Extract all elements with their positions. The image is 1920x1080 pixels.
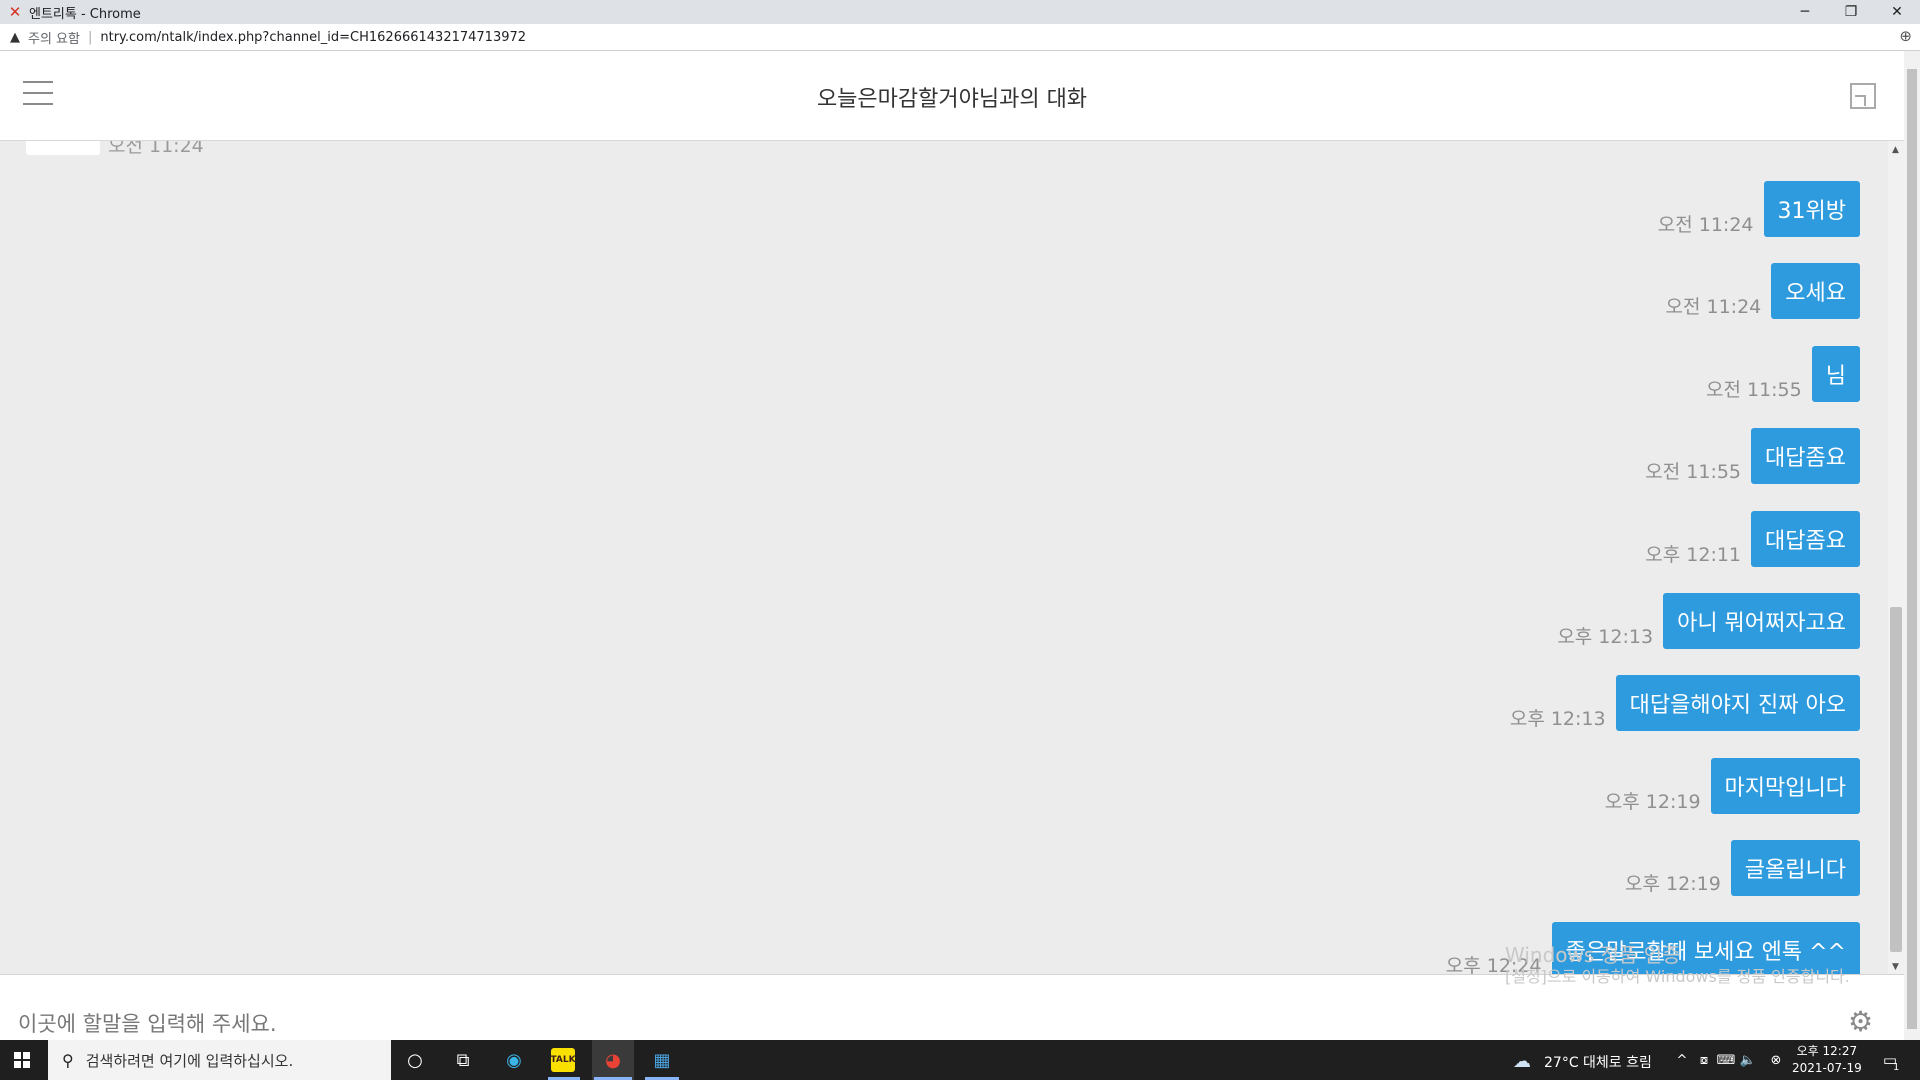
list-item: 오전 11:55 대답좀요 bbox=[1645, 428, 1860, 484]
entry-logo-icon: ✕ bbox=[8, 3, 22, 21]
scroll-up-icon[interactable]: ▲ bbox=[1892, 145, 1899, 155]
windows-start-icon[interactable] bbox=[14, 1052, 30, 1068]
zoom-icon[interactable]: ⊕ bbox=[1899, 27, 1912, 45]
list-item: 오후 12:19 글올립니다 bbox=[1625, 840, 1860, 896]
address-separator: | bbox=[87, 29, 93, 45]
list-item: 오전 11:55 님 bbox=[1706, 346, 1860, 402]
page-title: 오늘은마감할거야님과의 대화 bbox=[816, 87, 1088, 112]
partial-message-time: 오전 11:24 bbox=[108, 141, 204, 157]
kakaotalk-icon[interactable]: TALK bbox=[550, 1048, 576, 1072]
watermark-line1: Windows 정품 인증 bbox=[1505, 943, 1681, 967]
tray-app-icon[interactable]: ⧇ bbox=[1692, 1048, 1716, 1072]
cortana-icon[interactable]: ○ bbox=[403, 1048, 427, 1072]
scroll-down-icon[interactable]: ▼ bbox=[1892, 962, 1899, 972]
list-item: 오후 12:13 아니 뭐어쩌자고요 bbox=[1557, 593, 1860, 649]
taskbar: ⚲ 검색하려면 여기에 입력하십시오. ○ ⧉ ◉ TALK ◕ ▦ ☁ 27°… bbox=[0, 1040, 1920, 1080]
security-label[interactable]: 주의 요함 bbox=[28, 28, 80, 47]
window-title: 엔트리톡 - Chrome bbox=[29, 6, 141, 22]
window-controls: ─ ❐ ✕ bbox=[1782, 0, 1920, 24]
restore-button[interactable]: ❐ bbox=[1828, 0, 1874, 24]
message-scrollbar[interactable]: ▲ ▼ bbox=[1888, 141, 1904, 974]
scrollbar-thumb[interactable] bbox=[1890, 607, 1902, 952]
message-time: 오후 12:11 bbox=[1645, 544, 1742, 566]
message-bubble: 31위방 bbox=[1763, 181, 1860, 237]
message-time: 오전 11:24 bbox=[1665, 296, 1762, 318]
minimize-button[interactable]: ─ bbox=[1782, 0, 1828, 24]
clock-time: 오후 12:27 bbox=[1796, 1044, 1858, 1058]
list-item: 오전 11:24 31위방 bbox=[1658, 181, 1860, 237]
list-item: 오후 12:11 대답좀요 bbox=[1645, 511, 1860, 567]
network-icon[interactable]: ⌨ bbox=[1714, 1048, 1738, 1072]
tray-chevron-up-icon[interactable]: ^ bbox=[1670, 1048, 1694, 1072]
notification-count: 1 bbox=[1893, 1062, 1900, 1073]
message-bubble: 아니 뭐어쩌자고요 bbox=[1663, 593, 1860, 649]
expand-icon[interactable] bbox=[1850, 83, 1876, 109]
message-bubble: 님 bbox=[1811, 346, 1860, 402]
gear-icon[interactable]: ⚙ bbox=[1848, 1005, 1873, 1038]
chrome-icon[interactable]: ◕ bbox=[601, 1048, 625, 1072]
watermark-line2: [설정]으로 이동하여 Windows를 정품 인증합니다. bbox=[1505, 967, 1850, 986]
message-time: 오후 12:13 bbox=[1557, 626, 1654, 648]
page-scrollbar-thumb[interactable] bbox=[1907, 69, 1917, 1029]
message-time: 오전 11:24 bbox=[1657, 214, 1754, 236]
cloud-icon[interactable]: ☁ bbox=[1510, 1049, 1534, 1073]
ime-icon[interactable]: ⊗ bbox=[1764, 1048, 1788, 1072]
taskbar-search-input[interactable]: ⚲ 검색하려면 여기에 입력하십시오. bbox=[48, 1040, 391, 1080]
message-time: 오후 12:13 bbox=[1509, 708, 1606, 730]
task-view-icon[interactable]: ⧉ bbox=[451, 1048, 475, 1072]
browser-title-bar: ✕ 엔트리톡 - Chrome ─ ❐ ✕ bbox=[0, 0, 1920, 24]
taskbar-search-placeholder: 검색하려면 여기에 입력하십시오. bbox=[85, 1051, 294, 1070]
message-bubble: 오세요 bbox=[1771, 263, 1860, 319]
message-time: 오전 11:55 bbox=[1705, 379, 1802, 401]
message-bubble: 대답을해야지 진짜 아오 bbox=[1615, 675, 1860, 731]
address-bar[interactable]: ▲ 주의 요함 | ntry.com/ntalk/index.php?chann… bbox=[0, 24, 1920, 51]
list-item: 오후 12:13 대답을해야지 진짜 아오 bbox=[1510, 675, 1860, 731]
volume-icon[interactable]: 🔈 bbox=[1736, 1048, 1760, 1072]
search-icon: ⚲ bbox=[62, 1050, 74, 1070]
partial-message-bubble bbox=[26, 141, 100, 155]
message-bubble: 대답좀요 bbox=[1751, 428, 1860, 484]
taskbar-clock[interactable]: 오후 12:27 2021-07-19 bbox=[1792, 1043, 1862, 1077]
close-window-button[interactable]: ✕ bbox=[1874, 0, 1920, 24]
page-scrollbar[interactable] bbox=[1904, 51, 1920, 1040]
edge-icon[interactable]: ◉ bbox=[502, 1048, 526, 1072]
weather-text[interactable]: 27°C 대체로 흐림 bbox=[1544, 1052, 1652, 1072]
windows-activation-watermark: Windows 정품 인증 [설정]으로 이동하여 Windows를 정품 인증… bbox=[1505, 944, 1850, 988]
message-time: 오후 12:19 bbox=[1604, 791, 1701, 813]
list-item: 오전 11:24 오세요 bbox=[1665, 263, 1860, 319]
url-text[interactable]: ntry.com/ntalk/index.php?channel_id=CH16… bbox=[100, 30, 526, 45]
message-bubble: 마지막입니다 bbox=[1710, 758, 1860, 814]
message-time: 오후 12:19 bbox=[1625, 873, 1721, 895]
clock-date: 2021-07-19 bbox=[1792, 1061, 1862, 1075]
message-bubble: 글올립니다 bbox=[1730, 840, 1860, 896]
message-bubble: 대답좀요 bbox=[1751, 511, 1860, 567]
message-time: 오전 11:55 bbox=[1645, 461, 1742, 483]
calculator-icon[interactable]: ▦ bbox=[650, 1048, 674, 1072]
warning-icon[interactable]: ▲ bbox=[10, 30, 20, 45]
message-list: 오전 11:24 오전 11:24 31위방 오전 11:24 오세요 오전 1… bbox=[0, 141, 1888, 974]
chat-header: 오늘은마감할거야님과의 대화 bbox=[0, 51, 1904, 141]
list-item: 오후 12:19 마지막입니다 bbox=[1605, 758, 1860, 814]
message-input[interactable]: 이곳에 할말을 입력해 주세요. bbox=[18, 1008, 277, 1038]
